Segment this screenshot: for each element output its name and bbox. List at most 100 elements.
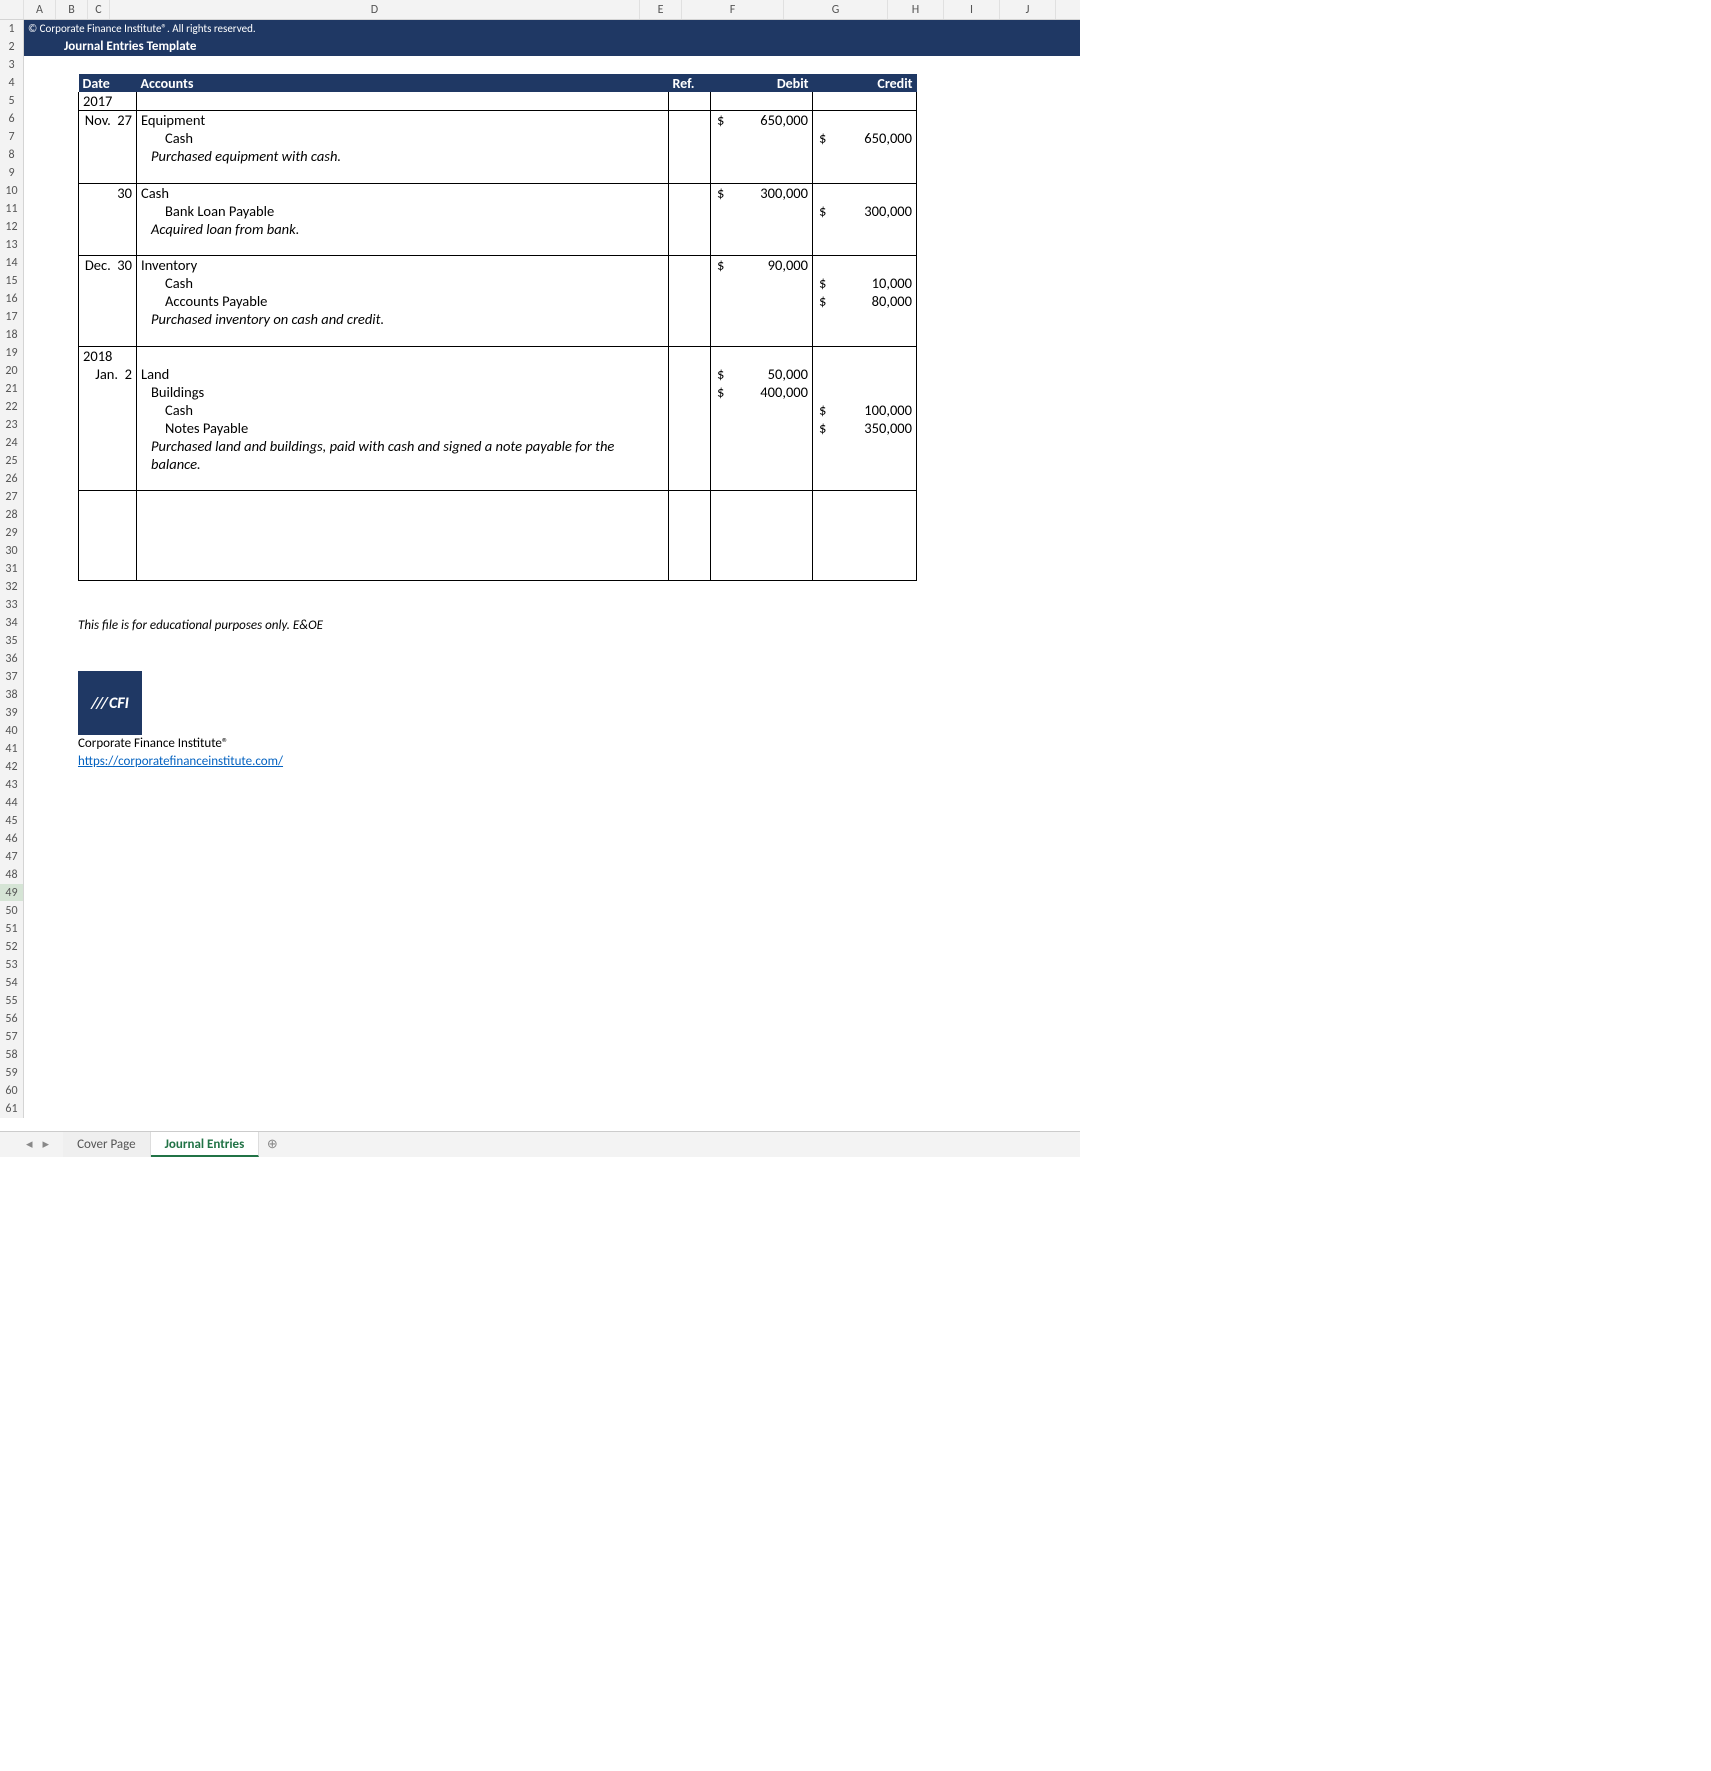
cell-credit[interactable]: $300,000: [813, 202, 917, 220]
row-header[interactable]: 17: [0, 308, 23, 326]
cell-credit[interactable]: [813, 111, 917, 130]
cell-credit[interactable]: [813, 310, 917, 328]
cell-credit[interactable]: [813, 165, 917, 183]
cell-date[interactable]: [79, 292, 137, 310]
cell-ref[interactable]: [669, 437, 711, 473]
row-header[interactable]: 24: [0, 434, 23, 452]
row-headers[interactable]: 1234567891011121314151617181920212223242…: [0, 20, 24, 1118]
cell-account[interactable]: Bank Loan Payable: [137, 202, 669, 220]
cell-date[interactable]: Nov. 27: [79, 111, 137, 130]
cell-date[interactable]: [79, 509, 137, 527]
cell-ref[interactable]: [669, 545, 711, 563]
cell-credit[interactable]: [813, 545, 917, 563]
cell-credit[interactable]: $80,000: [813, 292, 917, 310]
cell-credit[interactable]: [813, 220, 917, 238]
row-header[interactable]: 18: [0, 326, 23, 344]
row-header[interactable]: 61: [0, 1100, 23, 1118]
row-header[interactable]: 13: [0, 236, 23, 254]
cell-debit[interactable]: [711, 310, 813, 328]
column-header[interactable]: G: [784, 0, 888, 19]
cell-account[interactable]: [137, 328, 669, 346]
row-header[interactable]: 54: [0, 974, 23, 992]
row-header[interactable]: 10: [0, 182, 23, 200]
cell-debit[interactable]: [711, 292, 813, 310]
cells-area[interactable]: © Corporate Finance Institute®. All righ…: [24, 20, 1080, 1131]
column-header[interactable]: F: [682, 0, 784, 19]
cell-debit[interactable]: $50,000: [711, 365, 813, 383]
row-header[interactable]: 42: [0, 758, 23, 776]
column-headers[interactable]: ABCDEFGHIJ: [0, 0, 1080, 20]
cell-ref[interactable]: [669, 346, 711, 365]
cell-debit[interactable]: [711, 473, 813, 491]
cell-date[interactable]: 2018: [79, 346, 137, 365]
cell-date[interactable]: [79, 165, 137, 183]
cell-credit[interactable]: [813, 437, 917, 473]
row-header[interactable]: 22: [0, 398, 23, 416]
column-header[interactable]: D: [110, 0, 640, 19]
row-header[interactable]: 45: [0, 812, 23, 830]
cell-account[interactable]: [137, 238, 669, 256]
cell-debit[interactable]: [711, 220, 813, 238]
row-header[interactable]: 2: [0, 38, 23, 56]
cell-date[interactable]: [79, 563, 137, 581]
cell-ref[interactable]: [669, 220, 711, 238]
cell-credit[interactable]: [813, 256, 917, 275]
cell-credit[interactable]: [813, 563, 917, 581]
cell-ref[interactable]: [669, 401, 711, 419]
cell-date[interactable]: 30: [79, 183, 137, 202]
cell-account[interactable]: Land: [137, 365, 669, 383]
cell-account[interactable]: Purchased equipment with cash.: [137, 147, 669, 165]
cell-ref[interactable]: [669, 473, 711, 491]
cell-credit[interactable]: [813, 473, 917, 491]
cell-debit[interactable]: [711, 274, 813, 292]
cell-date[interactable]: [79, 491, 137, 509]
cell-debit[interactable]: [711, 491, 813, 509]
row-header[interactable]: 41: [0, 740, 23, 758]
row-header[interactable]: 9: [0, 164, 23, 182]
sheet-tab[interactable]: Cover Page: [63, 1132, 151, 1157]
cell-credit[interactable]: [813, 183, 917, 202]
row-header[interactable]: 23: [0, 416, 23, 434]
cell-debit[interactable]: [711, 563, 813, 581]
cell-account[interactable]: [137, 473, 669, 491]
row-header[interactable]: 56: [0, 1010, 23, 1028]
cell-debit[interactable]: [711, 437, 813, 473]
cell-date[interactable]: [79, 274, 137, 292]
row-header[interactable]: 51: [0, 920, 23, 938]
cell-account[interactable]: [137, 92, 669, 111]
row-header[interactable]: 57: [0, 1028, 23, 1046]
add-sheet-button[interactable]: ⊕: [259, 1132, 285, 1157]
cell-ref[interactable]: [669, 527, 711, 545]
tab-nav[interactable]: ◂ ▸: [12, 1132, 63, 1157]
row-header[interactable]: 28: [0, 506, 23, 524]
cell-credit[interactable]: [813, 92, 917, 111]
cell-ref[interactable]: [669, 183, 711, 202]
cell-ref[interactable]: [669, 111, 711, 130]
column-header[interactable]: C: [88, 0, 110, 19]
cell-account[interactable]: [137, 491, 669, 509]
column-header[interactable]: H: [888, 0, 944, 19]
row-header[interactable]: 6: [0, 110, 23, 128]
cell-credit[interactable]: $650,000: [813, 129, 917, 147]
row-header[interactable]: 29: [0, 524, 23, 542]
row-header[interactable]: 53: [0, 956, 23, 974]
cell-debit[interactable]: [711, 527, 813, 545]
cell-ref[interactable]: [669, 274, 711, 292]
cell-ref[interactable]: [669, 491, 711, 509]
cell-ref[interactable]: [669, 129, 711, 147]
cell-date[interactable]: [79, 545, 137, 563]
cell-debit[interactable]: [711, 401, 813, 419]
cell-date[interactable]: [79, 220, 137, 238]
row-header[interactable]: 48: [0, 866, 23, 884]
cell-date[interactable]: [79, 437, 137, 473]
row-header[interactable]: 33: [0, 596, 23, 614]
row-header[interactable]: 46: [0, 830, 23, 848]
cell-date[interactable]: [79, 238, 137, 256]
cell-date[interactable]: Jan. 2: [79, 365, 137, 383]
row-header[interactable]: 38: [0, 686, 23, 704]
cell-debit[interactable]: [711, 147, 813, 165]
cell-debit[interactable]: [711, 346, 813, 365]
cell-ref[interactable]: [669, 202, 711, 220]
cell-ref[interactable]: [669, 328, 711, 346]
row-header[interactable]: 50: [0, 902, 23, 920]
